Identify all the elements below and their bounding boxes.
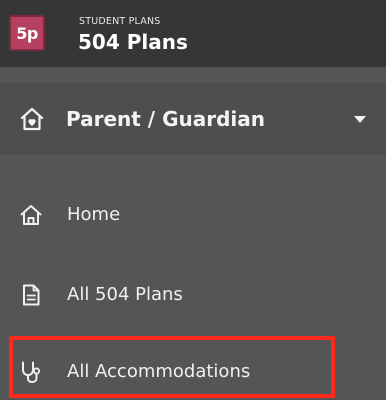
app-subtitle: STUDENT PLANS <box>79 16 161 27</box>
app-header: 5p STUDENT PLANS 504 Plans <box>0 0 386 67</box>
app-title[interactable]: 504 Plans <box>78 30 188 54</box>
nav-item-label: Home <box>67 204 121 225</box>
nav-item-all-504-plans[interactable]: All 504 Plans <box>0 273 386 317</box>
sidebar: 5p STUDENT PLANS 504 Plans Parent / Guar… <box>0 0 386 400</box>
role-selector[interactable]: Parent / Guardian <box>0 83 386 155</box>
nav-item-home[interactable]: Home <box>0 193 386 237</box>
app-logo[interactable]: 5p <box>9 15 45 51</box>
caret-down-icon <box>354 116 366 123</box>
nav-item-label: All 504 Plans <box>67 284 183 305</box>
home-heart-icon <box>20 107 44 131</box>
document-icon <box>23 284 40 306</box>
role-label: Parent / Guardian <box>66 107 265 131</box>
highlight-box <box>9 336 335 398</box>
home-icon <box>20 205 42 225</box>
